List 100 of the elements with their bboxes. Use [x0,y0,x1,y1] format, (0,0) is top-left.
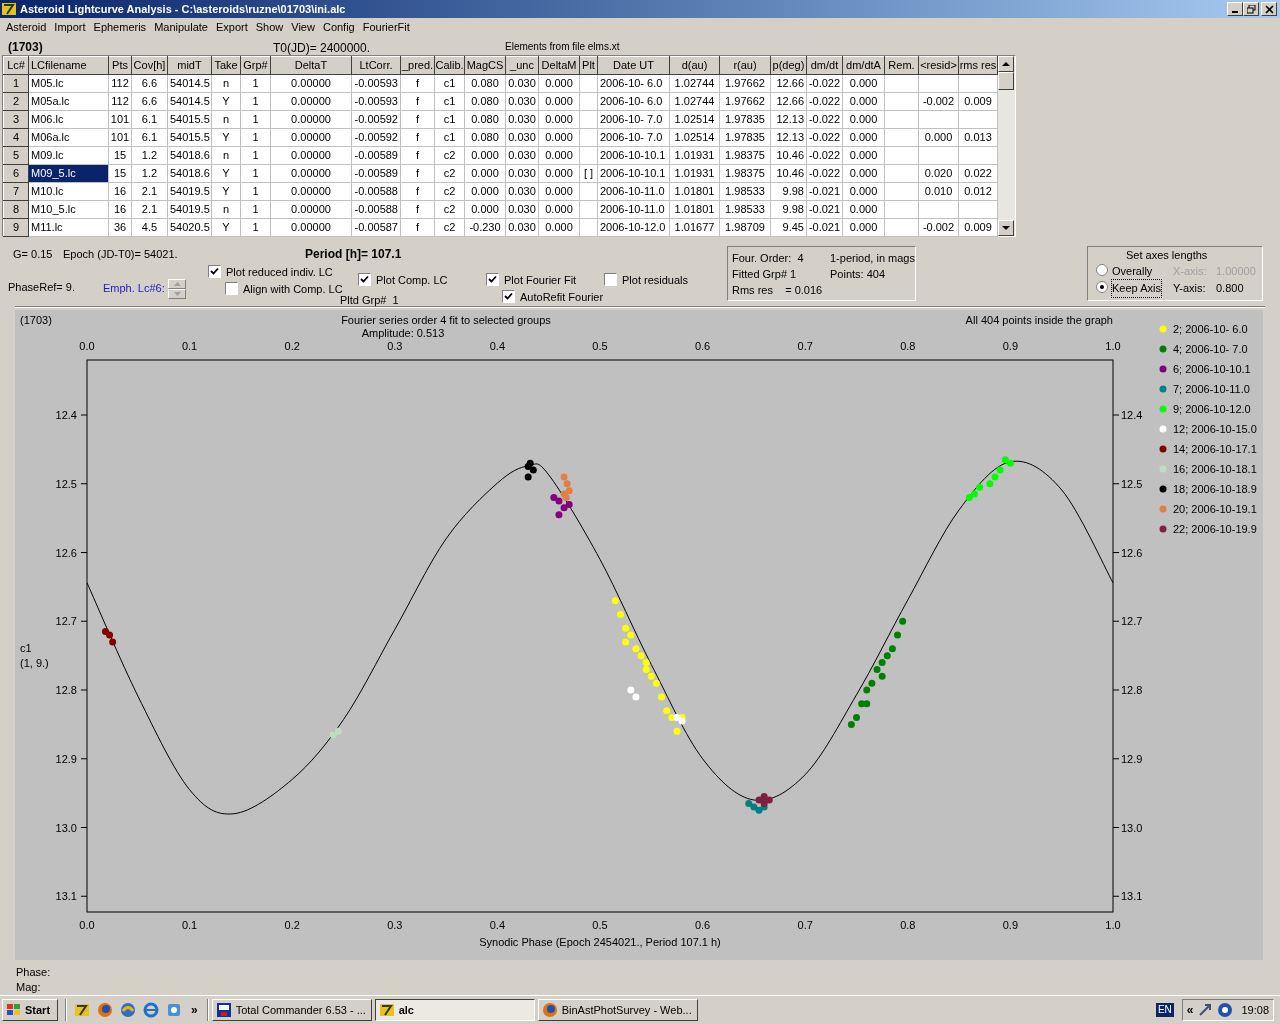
clock: 19:08 [1241,1002,1269,1018]
table-cell: 1.97662 [719,74,771,93]
column-header[interactable]: Pts [108,56,132,75]
table-cell: 0.020 [918,164,959,183]
column-header[interactable]: <resid> [918,56,959,75]
y-axis-caption: (1, 9.) [20,657,49,669]
taskbar-button[interactable]: BinAstPhotSurvey - Web... [537,999,698,1021]
y-tick-label: 13.1 [1121,890,1143,903]
close-button[interactable] [1261,2,1277,16]
table-cell: 0.000 [538,164,580,183]
table-cell: 1.98533 [719,200,771,219]
column-header[interactable]: midT [167,56,212,75]
table-cell: 10.46 [770,164,807,183]
group-title: Set axes lengths [1126,248,1208,263]
minimize-button[interactable] [1227,2,1243,16]
y-tick-label: 12.9 [1121,752,1143,765]
table-cell: 0.000 [538,74,580,93]
scrollbar[interactable] [998,56,1015,236]
scroll-down-button[interactable] [998,220,1014,236]
table-cell: 54014.5 [167,74,212,93]
spinner[interactable] [168,279,186,299]
mail-icon[interactable] [120,1002,136,1018]
scroll-thumb[interactable] [998,72,1014,90]
checkbox[interactable] [604,273,617,286]
table-cell: -0.002 [918,218,959,237]
taskbar-button[interactable]: alc [374,999,535,1021]
close-icon [1264,4,1274,14]
checkbox[interactable] [225,282,238,295]
column-header[interactable]: r(au) [719,56,771,75]
table-cell: -0.022 [806,74,843,93]
column-header[interactable]: Grp# [240,56,271,75]
column-header[interactable]: MagCS [464,56,506,75]
table-cell: M09.lc [28,146,109,165]
menu-item[interactable]: FourierFit [358,19,414,36]
checkbox[interactable] [208,265,221,278]
table-cell: 0.000 [538,110,580,129]
taskbar-button[interactable]: Total Commander 6.53 - ... [211,999,372,1021]
radio-button[interactable] [1096,281,1108,293]
table-cell: f [400,218,435,237]
menu-item[interactable]: Show [251,19,288,36]
checkbox[interactable] [486,273,499,286]
app-icon[interactable] [74,1002,90,1018]
globe-icon[interactable] [97,1002,113,1018]
y-tick-label: 12.5 [1121,477,1143,490]
table-cell: 0.030 [505,164,539,183]
legend-label: 12; 2006-10-15.0 [1173,423,1257,435]
table-cell: M10.lc [28,182,109,201]
table-cell: 1.01677 [669,218,720,237]
pltd-grp-value: Pltd Grp# 1 [340,293,399,308]
table-cell: M10_5.lc [28,200,109,219]
table-cell: -0.002 [918,92,959,111]
column-header[interactable]: Date UT [597,56,670,75]
column-header[interactable]: dm/dt [806,56,843,75]
asteroid-number: (1703) [8,39,43,56]
column-header[interactable]: LtCorr. [351,56,401,75]
column-header[interactable]: Rem. [884,56,919,75]
column-header[interactable]: Take [211,56,241,75]
language-indicator[interactable]: EN [1155,1003,1174,1017]
menu-item[interactable]: Import [50,19,90,36]
checkbox[interactable] [502,290,515,303]
menu-item[interactable]: Ephemeris [89,19,151,36]
column-header[interactable]: DeltaT [270,56,352,75]
column-header[interactable]: p(deg) [770,56,807,75]
menu-item[interactable]: Asteroid [2,19,51,36]
desktop-icon[interactable] [166,1002,182,1018]
column-header[interactable]: _pred. [400,56,435,75]
column-header[interactable]: rms res [958,56,998,75]
table-cell: c1 [434,128,465,147]
x-tick-label: 0.7 [797,340,813,352]
x-tick-label: 0.2 [284,919,300,931]
start-button[interactable]: Start [2,999,58,1021]
more-icons-button[interactable]: » [191,1001,198,1019]
column-header[interactable]: dm/dtA [842,56,885,75]
x-tick-label: 0.5 [592,919,608,931]
restore-button[interactable] [1243,2,1259,16]
menu-item[interactable]: Manipulate [150,19,212,36]
show-hidden-icons-button[interactable]: « [1186,1001,1194,1019]
checkbox[interactable] [358,273,371,286]
table-cell: 0.00000 [270,200,352,219]
legend-label: 4; 2006-10- 7.0 [1173,343,1248,355]
column-header[interactable]: Calib. [434,56,465,75]
browser-icon[interactable] [143,1002,159,1018]
circle-icon[interactable] [1217,1002,1234,1018]
arrow-icon[interactable] [1197,1002,1214,1018]
globe-icon [541,1002,558,1018]
x-tick-label: 0.0 [79,919,95,931]
column-header[interactable]: d(au) [669,56,720,75]
scroll-up-button[interactable] [998,56,1014,72]
y-tick-label: 13.1 [55,890,77,903]
menu-item[interactable]: Export [211,19,252,36]
column-header[interactable]: LCfilename [28,56,109,75]
menu-item[interactable]: Config [318,19,359,36]
table-cell: 1 [240,164,271,183]
column-header[interactable]: DeltaM [538,56,580,75]
menu-item[interactable]: View [287,19,319,36]
column-header[interactable]: Cov[h] [131,56,168,75]
table-cell: 112 [108,92,132,111]
column-header[interactable]: Lc# [3,56,29,75]
radio-button[interactable] [1096,264,1108,276]
column-header[interactable]: _unc [505,56,539,75]
